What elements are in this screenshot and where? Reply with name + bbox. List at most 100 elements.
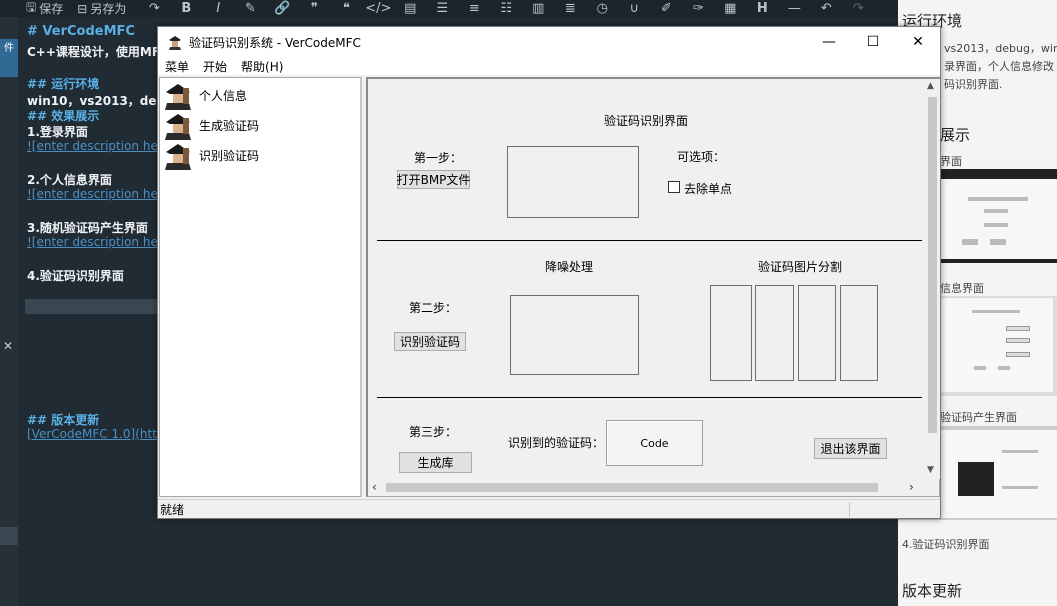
menu-bar: 菜单 开始 帮助(H)	[158, 57, 940, 75]
preview-info-caption: 信息界面	[940, 282, 984, 295]
preview-env-text2: 录界面，个人信息修改	[944, 60, 1054, 73]
quote-icon[interactable]: ❞	[298, 1, 330, 16]
window-titlebar[interactable]: 验证码识别系统 - VerCodeMFC — ☐ ✕	[158, 27, 940, 57]
denoised-image-box	[510, 295, 639, 375]
editor-side-strip: 件 ✕	[0, 17, 18, 606]
preview-show-heading: 展示	[940, 126, 971, 144]
clock-icon[interactable]: ◷	[586, 1, 618, 16]
blockquote-icon[interactable]: ❝	[330, 1, 362, 16]
brush-icon[interactable]: ✎	[234, 1, 266, 16]
menu-item-start[interactable]: 开始	[196, 58, 234, 75]
step1-label: 第一步：	[414, 151, 463, 165]
tree-item-recognize-code[interactable]: 识别验证码	[163, 140, 259, 170]
generate-lib-button[interactable]: 生成库	[399, 452, 472, 473]
edit-icon[interactable]: ✐	[650, 1, 682, 16]
maximize-button[interactable]: ☐	[850, 27, 896, 57]
segment-box-2	[755, 285, 794, 381]
table-icon[interactable]: ▦	[714, 1, 746, 16]
minimize-icon: —	[822, 34, 836, 50]
checklist-icon[interactable]: ☷	[490, 1, 522, 16]
step2-label: 第二步：	[409, 301, 458, 315]
options-label: 可选项：	[677, 150, 726, 164]
code-result-field: Code	[606, 420, 703, 466]
close-icon[interactable]: ✕	[3, 339, 13, 353]
side-selection	[0, 527, 18, 545]
vertical-scrollbar[interactable]: ▲ ▼	[925, 79, 940, 479]
exit-button[interactable]: 退出该界面	[814, 438, 887, 459]
vertical-scroll-thumb[interactable]	[928, 97, 937, 433]
section-divider	[377, 240, 922, 241]
maximize-icon: ☐	[866, 34, 880, 50]
save-as-icon: ⊟	[77, 1, 88, 16]
app-icon	[167, 34, 183, 50]
editor-line[interactable]: [VerCodeMFC 1.0](https	[27, 427, 171, 441]
close-button[interactable]: ✕	[895, 27, 941, 57]
editor-line: 1.登录界面	[27, 125, 88, 139]
close-icon: ✕	[912, 34, 924, 50]
avatar-icon	[163, 80, 193, 110]
redo2-icon[interactable]: ↷	[842, 1, 874, 16]
editor-line: # VerCodeMFC	[27, 24, 135, 39]
open-bmp-button[interactable]: 打开BMP文件	[397, 170, 470, 189]
minimize-button[interactable]: —	[806, 27, 852, 57]
menu-item-menu[interactable]: 菜单	[158, 58, 196, 75]
current-line-highlight	[25, 299, 170, 314]
tree-item-personal-info[interactable]: 个人信息	[163, 80, 247, 110]
menu-item-help[interactable]: 帮助(H)	[234, 58, 290, 75]
preview-update-heading: 版本更新	[902, 582, 963, 600]
segment-box-1	[710, 285, 752, 381]
denoise-label: 降噪处理	[545, 260, 594, 274]
preview-env-text: vs2013，debug，win	[944, 42, 1057, 55]
status-text: 就绪	[160, 502, 185, 517]
file-tab[interactable]: 件	[0, 39, 18, 77]
segment-box-4	[840, 285, 878, 381]
ordered-list-icon[interactable]: ☰	[426, 1, 458, 16]
link-icon[interactable]: 🔗	[266, 1, 298, 16]
scroll-up-icon[interactable]: ▲	[927, 81, 934, 91]
todo-icon[interactable]: ▥	[522, 1, 554, 16]
recognition-panel: 验证码识别界面 第一步： 打开BMP文件 可选项： 去除单点 降噪处理 验证码图…	[366, 77, 940, 497]
scroll-right-icon[interactable]: ›	[909, 480, 914, 494]
redo-icon[interactable]: ↷	[138, 1, 170, 16]
editor-line: 2.个人信息界面	[27, 173, 112, 187]
unordered-list-icon[interactable]: ≡	[458, 1, 490, 16]
hr-icon[interactable]: —	[778, 1, 810, 16]
horizontal-scrollbar[interactable]: ‹ ›	[368, 479, 925, 496]
editor-line: ## 效果展示	[27, 109, 100, 123]
avatar-icon	[163, 140, 193, 170]
save-as-button[interactable]: ⊟ 另存为	[77, 0, 126, 17]
undo-icon[interactable]: ↶	[810, 1, 842, 16]
vercode-window: 验证码识别系统 - VerCodeMFC — ☐ ✕ 菜单 开始 帮助(H) 个…	[157, 26, 941, 519]
horizontal-scroll-thumb[interactable]	[386, 483, 878, 492]
section-divider	[377, 397, 922, 398]
remove-dots-label[interactable]: 去除单点	[684, 180, 732, 197]
source-image-box	[507, 146, 639, 218]
window-title: 验证码识别系统 - VerCodeMFC	[189, 35, 361, 50]
scroll-left-icon[interactable]: ‹	[372, 480, 377, 494]
menu-icon[interactable]: ≣	[554, 1, 586, 16]
editor-line: 3.随机验证码产生界面	[27, 221, 148, 235]
italic-icon[interactable]: I	[202, 1, 234, 16]
bold-icon[interactable]: B	[170, 1, 202, 16]
preview-login-caption: 界面	[940, 155, 962, 168]
editor-toolbar: 🖫 保存 ⊟ 另存为 ↷ B I ✎ 🔗 ❞ ❝ </> ▤ ☰ ≡ ☷ ▥ ≣ ◷…	[0, 0, 898, 17]
tree-item-generate-code[interactable]: 生成验证码	[163, 110, 259, 140]
step3-label: 第三步：	[409, 425, 458, 439]
scroll-down-icon[interactable]: ▼	[927, 465, 934, 475]
heading-icon[interactable]: H	[746, 1, 778, 16]
recognize-button[interactable]: 识别验证码	[394, 332, 466, 351]
editor-line: C++课程设计，使用MFC	[27, 45, 169, 59]
remove-dots-checkbox[interactable]	[668, 181, 680, 193]
status-divider	[849, 502, 850, 517]
tree-label: 生成验证码	[199, 118, 260, 133]
avatar-icon	[163, 110, 193, 140]
editor-line: ## 运行环境	[27, 77, 100, 91]
status-bar: 就绪	[158, 499, 940, 518]
code-icon[interactable]: </>	[362, 1, 394, 16]
file-icon[interactable]: ▤	[394, 1, 426, 16]
panel-heading: 验证码识别界面	[604, 114, 689, 128]
nav-tree: 个人信息 生成验证码 识别验证码	[159, 77, 362, 497]
tree-label: 识别验证码	[199, 148, 260, 163]
magnet-icon[interactable]: ∪	[618, 1, 650, 16]
edit2-icon[interactable]: ✑	[682, 1, 714, 16]
